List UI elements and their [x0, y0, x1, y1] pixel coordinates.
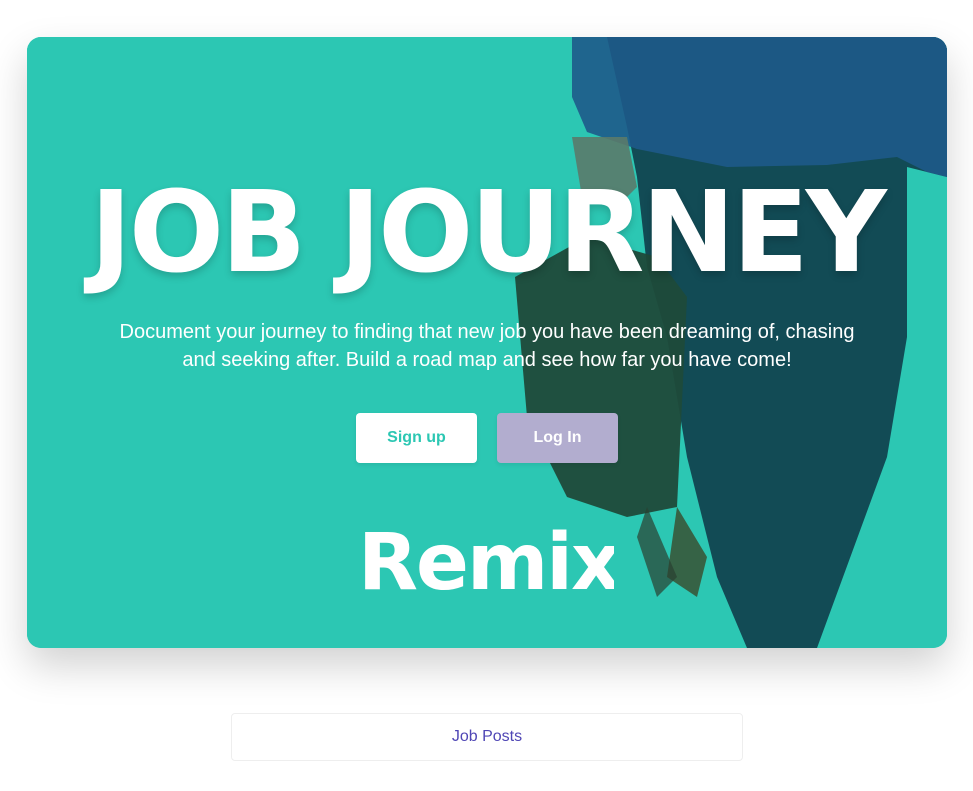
- signup-button[interactable]: Sign up: [356, 413, 477, 463]
- job-posts-link[interactable]: Job Posts: [452, 728, 522, 746]
- svg-text:Remix: Remix: [358, 527, 614, 593]
- login-button[interactable]: Log In: [497, 413, 618, 463]
- hero-description: Document your journey to finding that ne…: [119, 321, 855, 371]
- job-posts-card: Job Posts: [231, 713, 743, 761]
- remix-logo: Remix: [358, 527, 614, 593]
- hero-title: JOB JOURNEY: [90, 168, 887, 298]
- hero-section: JOB JOURNEY Document your journey to fin…: [27, 37, 947, 648]
